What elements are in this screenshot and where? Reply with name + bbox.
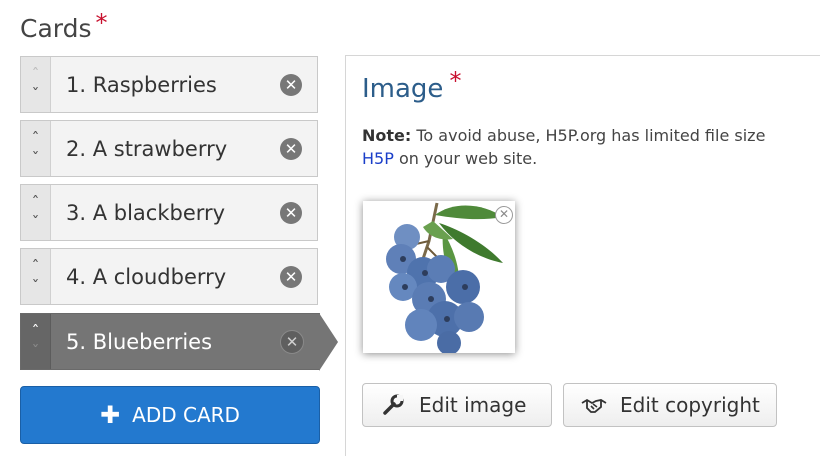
card-item-4[interactable]: ˆ ˇ 4. A cloudberry ✕ bbox=[20, 248, 318, 305]
card-item-2[interactable]: ˆ ˇ 2. A strawberry ✕ bbox=[20, 120, 318, 177]
chevron-down-icon[interactable]: ˇ bbox=[32, 213, 40, 233]
card-label[interactable]: 4. A cloudberry bbox=[51, 265, 280, 289]
card-label[interactable]: 1. Raspberries bbox=[51, 73, 280, 97]
cards-heading-text: Cards bbox=[20, 14, 92, 43]
blueberries-image bbox=[363, 201, 515, 353]
close-icon[interactable]: ✕ bbox=[280, 137, 302, 160]
card-order-controls: ˆ ˇ bbox=[21, 57, 51, 112]
card-item-1[interactable]: ˆ ˇ 1. Raspberries ✕ bbox=[20, 56, 318, 113]
card-order-controls: ˆ ˇ bbox=[21, 185, 51, 240]
note-label: Note: bbox=[362, 126, 412, 145]
close-icon[interactable]: ✕ bbox=[280, 265, 302, 288]
card-order-controls: ˆ ˇ bbox=[21, 249, 51, 304]
card-label[interactable]: 2. A strawberry bbox=[51, 137, 280, 161]
active-pointer bbox=[319, 313, 338, 371]
remove-image-icon[interactable]: ✕ bbox=[495, 206, 513, 224]
edit-image-label: Edit image bbox=[419, 393, 527, 417]
card-order-controls: ˆ ˇ bbox=[21, 121, 51, 176]
plus-icon: ✚ bbox=[100, 401, 121, 429]
h5p-link[interactable]: H5P bbox=[362, 149, 394, 168]
image-thumbnail[interactable] bbox=[363, 201, 515, 353]
card-item-5-active[interactable]: ˆ ˇ 5. Blueberries ✕ bbox=[20, 313, 338, 371]
wrench-icon bbox=[379, 391, 407, 419]
chevron-up-icon[interactable]: ˆ bbox=[32, 129, 40, 149]
edit-copyright-label: Edit copyright bbox=[620, 393, 760, 417]
note-text-2: on your web site. bbox=[393, 149, 538, 168]
close-icon[interactable]: ✕ bbox=[280, 73, 302, 96]
note-text: To avoid abuse, H5P.org has limited file… bbox=[411, 126, 766, 145]
chevron-down-icon[interactable]: ˇ bbox=[32, 277, 40, 297]
chevron-down-icon[interactable]: ˇ bbox=[32, 85, 40, 105]
edit-image-button[interactable]: Edit image bbox=[362, 383, 552, 427]
chevron-down-icon: ˇ bbox=[31, 341, 40, 361]
chevron-up-icon[interactable]: ˆ bbox=[32, 257, 40, 277]
edit-copyright-button[interactable]: Edit copyright bbox=[563, 383, 777, 427]
card-order-controls: ˆ ˇ bbox=[21, 314, 51, 369]
close-icon[interactable]: ✕ bbox=[280, 201, 302, 224]
required-mark: * bbox=[95, 9, 108, 37]
close-icon[interactable]: ✕ bbox=[280, 329, 304, 354]
add-card-label: ADD CARD bbox=[132, 403, 240, 427]
image-field-title: Image * bbox=[362, 67, 461, 104]
cards-heading: Cards * bbox=[20, 9, 108, 43]
chevron-up-icon[interactable]: ˆ bbox=[32, 322, 40, 342]
chevron-up-icon: ˆ bbox=[31, 64, 40, 84]
card-item-3[interactable]: ˆ ˇ 3. A blackberry ✕ bbox=[20, 184, 318, 241]
card-label[interactable]: 3. A blackberry bbox=[51, 201, 280, 225]
file-size-note: Note: To avoid abuse, H5P.org has limite… bbox=[362, 124, 765, 170]
handshake-icon bbox=[580, 391, 608, 419]
image-field-title-text: Image bbox=[362, 74, 444, 104]
add-card-button[interactable]: ✚ ADD CARD bbox=[20, 386, 320, 444]
chevron-down-icon[interactable]: ˇ bbox=[32, 149, 40, 169]
required-mark: * bbox=[449, 67, 462, 95]
chevron-up-icon[interactable]: ˆ bbox=[32, 193, 40, 213]
card-editor-panel: Image * Note: To avoid abuse, H5P.org has… bbox=[345, 55, 820, 456]
card-label[interactable]: 5. Blueberries bbox=[51, 330, 280, 354]
